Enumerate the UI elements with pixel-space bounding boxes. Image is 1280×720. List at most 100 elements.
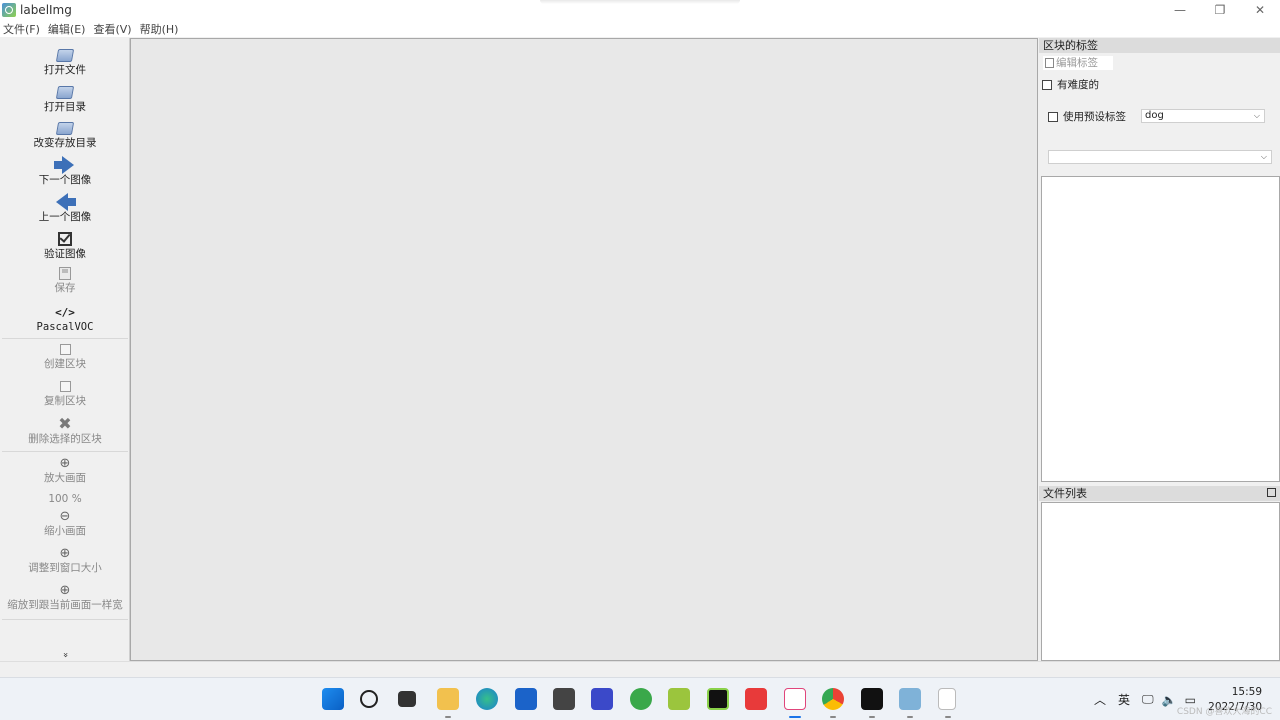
close-button[interactable]: ✕ [1240,0,1280,20]
toolbar-separator [2,338,128,339]
open-file-label: 打开文件 [44,64,86,76]
watermark: CSDN @喜欢大海的CC [1176,707,1272,717]
edge-icon[interactable] [476,688,498,710]
default-label-checkbox-row: 使用预设标签 [1048,109,1126,124]
prev-arrow-icon [56,193,76,211]
duplicate-box-button[interactable]: 复制区块 [0,377,130,408]
file-list[interactable] [1041,502,1280,661]
difficult-label: 有难度的 [1057,79,1099,91]
prev-image-button[interactable]: 上一个图像 [0,193,130,224]
file-list-dock-title: 文件列表 [1039,486,1280,501]
window-title: labelImg [20,3,72,17]
labelimg-app-icon [2,3,16,17]
next-image-label: 下一个图像 [38,174,92,186]
chrome-icon[interactable] [822,688,844,710]
restore-button[interactable]: ❐ [1200,0,1240,20]
store-icon[interactable] [515,688,537,710]
create-box-icon [59,344,71,355]
left-toolbar: 打开文件 打开目录 改变存放目录 下一个图像 上一个图像 验证图像 保存 </>… [0,38,130,661]
toolbar-overflow-button[interactable]: » [0,650,130,660]
running-indicator [869,716,875,718]
running-indicator [907,716,913,718]
folder-icon [55,122,75,135]
chevron-down-icon: ⌵ [1260,152,1267,161]
snipping-tool-icon[interactable] [784,688,806,710]
create-box-button[interactable]: 创建区块 [0,340,130,371]
duplicate-box-label: 复制区块 [44,395,86,407]
tray-chevron-up-icon[interactable]: ︿ [1094,691,1106,708]
window-controls: — ❐ ✕ [1160,0,1280,20]
wps-icon[interactable] [745,688,767,710]
difficult-checkbox[interactable] [1042,79,1052,90]
delete-icon: ✖ [58,414,72,433]
zoom-out-icon: ⊖ [59,509,71,524]
open-file-button[interactable]: 打开文件 [0,46,130,77]
zoom-out-button[interactable]: ⊖ 缩小画面 [0,507,130,538]
status-bar [0,661,1280,677]
chevron-down-icon: ⌵ [1253,111,1260,120]
next-image-button[interactable]: 下一个图像 [0,156,130,187]
zoom-level-spinbox[interactable]: 100 % [0,493,130,506]
duplicate-icon [59,381,71,392]
verify-check-icon [58,232,72,246]
labelimg-taskbar-icon[interactable] [899,688,921,710]
document-icon[interactable] [938,688,956,710]
typora-icon[interactable] [591,688,613,710]
menu-help[interactable]: 帮助(H) [140,21,179,37]
title-bar: labelImg — ❐ ✕ [0,0,1280,20]
browser-e-icon[interactable] [630,688,652,710]
format-toggle-button[interactable]: </> PascalVOC [0,303,130,334]
search-icon[interactable] [360,690,378,708]
use-default-label-checkbox[interactable] [1048,111,1058,122]
fit-window-button[interactable]: ⊕ 调整到窗口大小 [0,544,130,575]
file-explorer-icon[interactable] [437,688,459,710]
save-label: 保存 [54,282,76,294]
open-dir-label: 打开目录 [44,101,86,113]
change-save-dir-label: 改变存放目录 [33,137,97,149]
zoom-in-button[interactable]: ⊕ 放大画面 [0,454,130,485]
menu-file[interactable]: 文件(F) [3,21,40,37]
toolbar-separator [2,619,128,620]
chevron-down-icon: » [59,652,70,658]
fit-width-button[interactable]: ⊕ 缩放到跟当前画面一样宽 [0,581,130,612]
difficult-checkbox-row: 有难度的 [1042,77,1099,92]
ime-indicator[interactable]: 英 [1118,691,1130,708]
create-box-label: 创建区块 [44,358,86,370]
active-indicator [789,716,801,718]
fit-width-label: 缩放到跟当前画面一样宽 [7,599,123,611]
label-filter-combobox[interactable]: ⌵ [1048,150,1272,164]
menu-view[interactable]: 查看(V) [93,21,131,37]
open-dir-button[interactable]: 打开目录 [0,83,130,114]
verify-image-button[interactable]: 验证图像 [0,230,130,261]
next-arrow-icon [54,156,74,174]
dock-float-icon[interactable] [1267,488,1276,497]
edit-icon [1045,58,1054,68]
delete-box-button[interactable]: ✖ 删除选择的区块 [0,415,130,446]
fit-width-icon: ⊕ [59,583,71,598]
minimize-button[interactable]: — [1160,0,1200,20]
pycharm-icon[interactable] [707,688,729,710]
folder-icon [55,86,75,99]
running-indicator [445,716,451,718]
verify-image-label: 验证图像 [44,248,86,260]
default-label-combobox[interactable]: dog ⌵ [1141,109,1265,123]
prev-image-label: 上一个图像 [38,211,92,223]
change-save-dir-button[interactable]: 改变存放目录 [0,119,130,150]
zoom-out-label: 缩小画面 [44,525,86,537]
image-canvas[interactable] [130,38,1038,661]
snap-layout-hint [540,0,740,4]
default-label-value: dog [1145,110,1164,121]
menu-edit[interactable]: 编辑(E) [48,21,86,37]
save-button[interactable]: 保存 [0,264,130,295]
notepad-icon[interactable] [668,688,690,710]
start-icon[interactable] [322,688,344,710]
app-cube-icon[interactable] [553,688,575,710]
task-view-icon[interactable] [398,691,416,707]
volume-icon[interactable]: 🔈 [1162,693,1177,707]
zoom-level-value: 100 % [48,493,82,505]
network-icon[interactable]: 🖵 [1142,692,1154,707]
label-list[interactable] [1041,176,1280,482]
folder-icon [55,49,75,62]
terminal-icon[interactable] [861,688,883,710]
edit-label-button[interactable]: 编辑标签 [1043,56,1113,70]
